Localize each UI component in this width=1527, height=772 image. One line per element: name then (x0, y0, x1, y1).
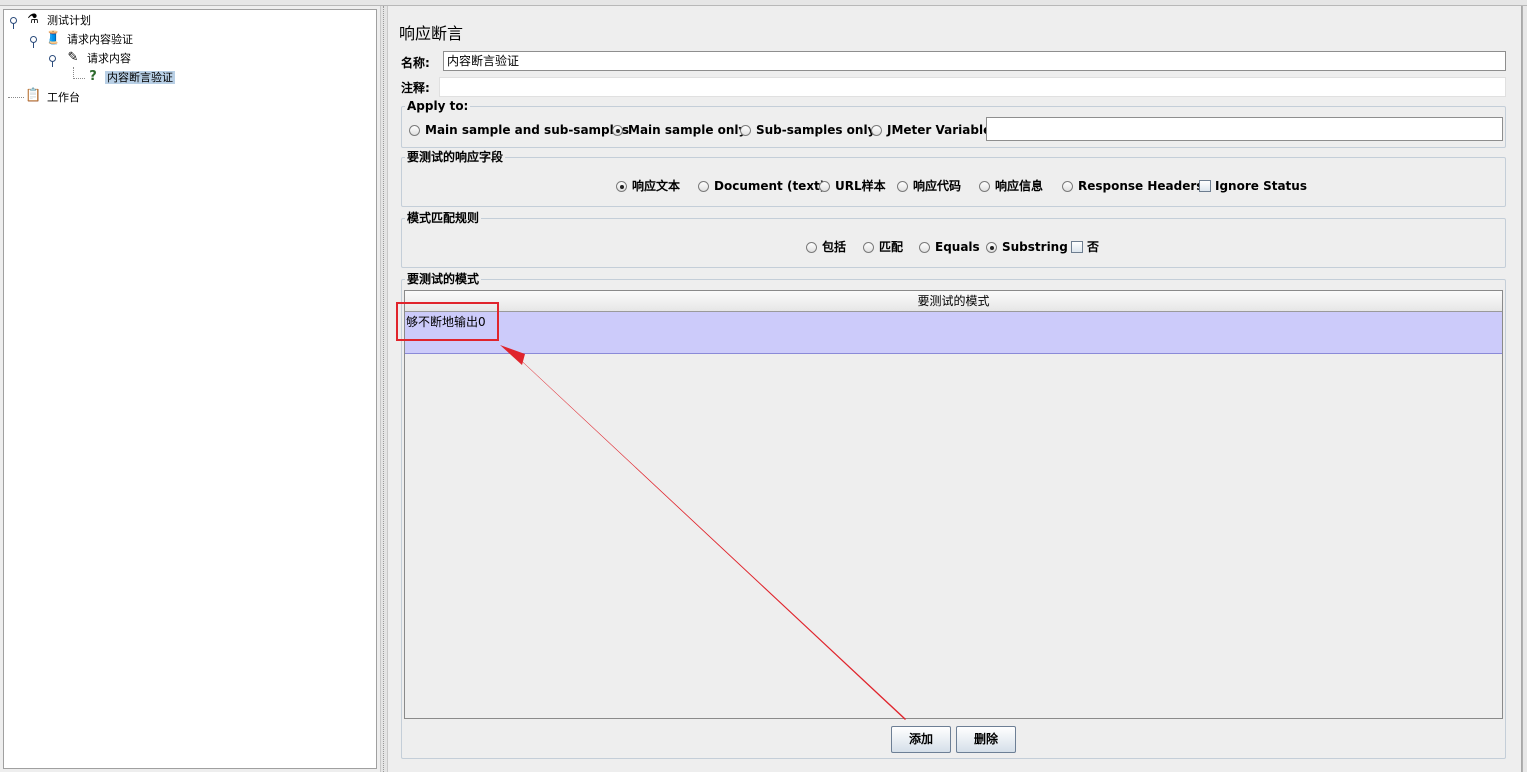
pane-splitter[interactable] (380, 6, 388, 772)
sampler-pipette-icon: ✎ (67, 50, 79, 65)
radio-circle (819, 181, 830, 192)
radio-label: Sub-samples only (756, 123, 876, 137)
radio-response-code[interactable]: 响应代码 (897, 178, 961, 194)
checkbox-label: 否 (1087, 240, 1100, 254)
radio-label: Response Headers (1078, 179, 1204, 193)
radio-equals[interactable]: Equals (919, 239, 980, 255)
radio-label: 响应信息 (995, 179, 1044, 193)
radio-label: URL样本 (835, 179, 886, 193)
jmeter-variable-input[interactable] (986, 117, 1503, 141)
flask-icon: ⚗ (27, 12, 39, 27)
radio-matches[interactable]: 匹配 (863, 239, 903, 255)
radio-circle (919, 242, 930, 253)
tree-item-workbench[interactable]: 工作台 (45, 89, 82, 106)
radio-label: 响应文本 (632, 179, 681, 193)
panel-title: 响应断言 (399, 24, 464, 43)
tree-connector (8, 97, 24, 98)
patterns-table[interactable]: 要测试的模式 够不断地输出0 (404, 290, 1503, 719)
add-button[interactable]: 添加 (891, 726, 951, 753)
comment-label: 注释: (401, 81, 430, 95)
thread-group-spool-icon: 🧵 (45, 31, 62, 46)
name-label: 名称: (401, 56, 430, 70)
table-column-header[interactable]: 要测试的模式 (405, 291, 1502, 312)
radio-circle (863, 242, 874, 253)
response-field-title: 要测试的响应字段 (405, 150, 506, 164)
radio-circle (986, 242, 997, 253)
tree-item-label: 测试计划 (47, 14, 91, 27)
radio-response-text[interactable]: 响应文本 (616, 178, 680, 194)
comment-field[interactable] (439, 77, 1506, 97)
tree-expand-handle[interactable] (10, 17, 17, 29)
radio-label: Document (text) (714, 179, 826, 193)
tree-item-label: 请求内容验证 (67, 33, 133, 46)
radio-circle (897, 181, 908, 192)
radio-circle (616, 181, 627, 192)
radio-substring[interactable]: Substring (986, 239, 1068, 255)
tree-item-test-plan[interactable]: 测试计划 (45, 12, 93, 29)
workbench-clipboard-icon: 📋 (25, 88, 42, 103)
scrollbar[interactable] (1522, 6, 1527, 772)
radio-circle (979, 181, 990, 192)
patterns-title: 要测试的模式 (405, 272, 482, 286)
not-checkbox[interactable]: 否 (1071, 239, 1099, 255)
tree-item-sampler[interactable]: 请求内容 (85, 50, 133, 67)
radio-jmeter-variable[interactable]: JMeter Variable (871, 122, 991, 138)
annotation-highlight-box (396, 302, 499, 341)
table-row[interactable]: 够不断地输出0 (405, 312, 1502, 354)
radio-main-and-sub-samples[interactable]: Main sample and sub-samples (409, 122, 629, 138)
radio-circle (409, 125, 420, 136)
radio-circle (612, 125, 623, 136)
tree-item-label: 内容断言验证 (105, 71, 175, 84)
tree-item-assertion[interactable]: 内容断言验证 (105, 69, 175, 86)
radio-circle (1062, 181, 1073, 192)
name-field[interactable]: 内容断言验证 (443, 51, 1506, 71)
radio-circle (871, 125, 882, 136)
test-plan-tree[interactable]: ⚗ 测试计划 🧵 请求内容验证 ✎ 请求内容 ? 内容断言验证 📋 工作台 (3, 9, 377, 769)
radio-document-text[interactable]: Document (text) (698, 178, 825, 194)
radio-label: 响应代码 (913, 179, 962, 193)
radio-sub-samples-only[interactable]: Sub-samples only (740, 122, 875, 138)
checkbox-label: Ignore Status (1215, 179, 1307, 193)
radio-circle (698, 181, 709, 192)
radio-label: 匹配 (879, 240, 904, 254)
radio-label: JMeter Variable (887, 123, 992, 137)
radio-label: Main sample and sub-samples (425, 123, 630, 137)
radio-main-sample-only[interactable]: Main sample only (612, 122, 746, 138)
pattern-rules-title: 模式匹配规则 (405, 211, 482, 225)
radio-response-message[interactable]: 响应信息 (979, 178, 1043, 194)
apply-to-title: Apply to: (405, 99, 471, 113)
radio-circle (806, 242, 817, 253)
radio-contains[interactable]: 包括 (806, 239, 846, 255)
tree-expand-handle[interactable] (30, 36, 37, 48)
radio-url-sample[interactable]: URL样本 (819, 178, 886, 194)
radio-circle (740, 125, 751, 136)
radio-label: 包括 (822, 240, 847, 254)
checkbox-box (1071, 241, 1083, 253)
tree-expand-handle[interactable] (49, 55, 56, 67)
radio-label: Main sample only (628, 123, 747, 137)
radio-label: Equals (935, 240, 980, 254)
delete-button[interactable]: 删除 (956, 726, 1016, 753)
radio-label: Substring (1002, 240, 1068, 254)
tree-item-label: 工作台 (47, 91, 80, 104)
tree-connector (73, 78, 85, 79)
radio-response-headers[interactable]: Response Headers (1062, 178, 1203, 194)
assertion-question-icon: ? (89, 69, 97, 84)
tree-item-thread-group[interactable]: 请求内容验证 (65, 31, 135, 48)
ignore-status-checkbox[interactable]: Ignore Status (1199, 178, 1307, 194)
tree-item-label: 请求内容 (87, 52, 131, 65)
checkbox-box (1199, 180, 1211, 192)
